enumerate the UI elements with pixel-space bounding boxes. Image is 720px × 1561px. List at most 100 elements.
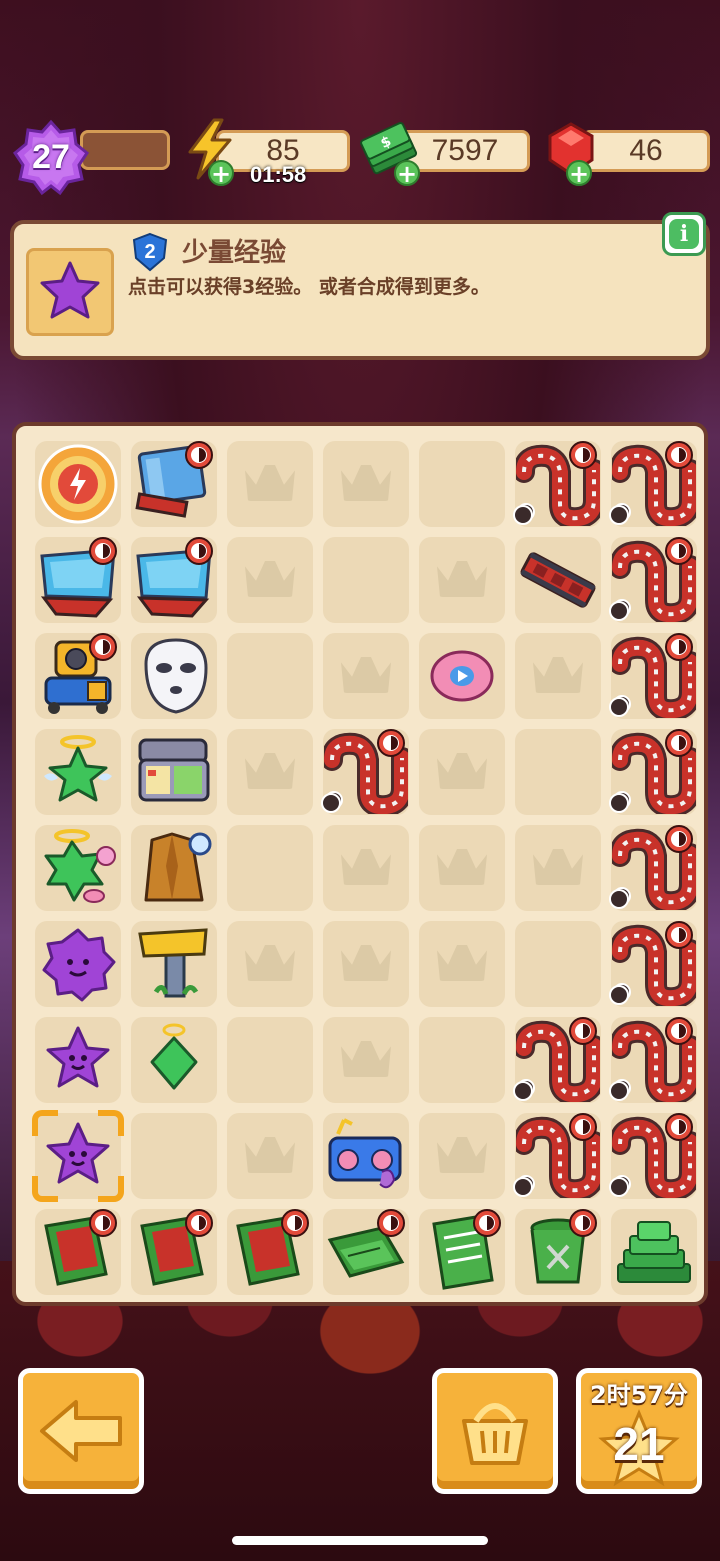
- back-button[interactable]: [18, 1368, 144, 1494]
- timer-lock-icon: [664, 632, 694, 662]
- purple-star-icon: [40, 261, 100, 319]
- film-strip-icon: [520, 552, 596, 608]
- board-cell[interactable]: [414, 820, 510, 916]
- board-cell[interactable]: [414, 1012, 510, 1108]
- board-cell[interactable]: [222, 820, 318, 916]
- board-cell[interactable]: [222, 628, 318, 724]
- board-cell[interactable]: [414, 532, 510, 628]
- crown-slot: [227, 537, 313, 623]
- crown-slot: [419, 1113, 505, 1199]
- board-cell[interactable]: [30, 628, 126, 724]
- home-indicator[interactable]: [232, 1536, 488, 1545]
- timer-lock-icon: [664, 440, 694, 470]
- board-cell[interactable]: [126, 532, 222, 628]
- board-cell[interactable]: [30, 820, 126, 916]
- add-energy-button[interactable]: +: [208, 160, 234, 186]
- board-cell[interactable]: [222, 1204, 318, 1300]
- board-cell[interactable]: [222, 436, 318, 532]
- crown-slot: [515, 825, 601, 911]
- timer-lock-icon: [184, 440, 214, 470]
- board-cell[interactable]: [222, 532, 318, 628]
- board-cell[interactable]: [318, 532, 414, 628]
- board-cell[interactable]: [126, 628, 222, 724]
- board-cell[interactable]: [318, 820, 414, 916]
- merge-board: [12, 422, 708, 1306]
- board-cell[interactable]: [222, 724, 318, 820]
- board-cell[interactable]: [30, 532, 126, 628]
- board-cell[interactable]: [126, 724, 222, 820]
- board-cell[interactable]: [510, 1012, 606, 1108]
- xp-progress-bar: [80, 130, 170, 170]
- board-cell[interactable]: [510, 1108, 606, 1204]
- timer-lock-icon: [568, 1016, 598, 1046]
- reel-hub-icon: [512, 1080, 534, 1102]
- item-description: 点击可以获得3经验。 或者合成得到更多。: [128, 276, 490, 298]
- board-cell[interactable]: [606, 724, 702, 820]
- board-cell[interactable]: [318, 1204, 414, 1300]
- board-cell[interactable]: [510, 436, 606, 532]
- board-cell[interactable]: [30, 916, 126, 1012]
- board-cell[interactable]: [126, 820, 222, 916]
- add-cash-button[interactable]: +: [394, 160, 420, 186]
- board-cell[interactable]: [414, 628, 510, 724]
- board-cell[interactable]: [606, 436, 702, 532]
- crown-slot: [323, 633, 409, 719]
- board-cell[interactable]: [30, 1204, 126, 1300]
- board-cell[interactable]: [126, 916, 222, 1012]
- board-cell[interactable]: [414, 1108, 510, 1204]
- board-cell[interactable]: [606, 820, 702, 916]
- timer-lock-icon: [376, 728, 406, 758]
- player-level: 27: [32, 137, 70, 176]
- info-button[interactable]: i: [662, 212, 706, 256]
- board-cell[interactable]: [414, 1204, 510, 1300]
- board-cell[interactable]: [222, 916, 318, 1012]
- crown-slot: [419, 729, 505, 815]
- board-cell[interactable]: [606, 1108, 702, 1204]
- crown-slot: [323, 825, 409, 911]
- board-cell[interactable]: [414, 916, 510, 1012]
- player-level-badge[interactable]: 27: [12, 118, 90, 196]
- add-gems-button[interactable]: +: [566, 160, 592, 186]
- item-info-panel: 2 少量经验 点击可以获得3经验。 或者合成得到更多。 i: [10, 212, 710, 360]
- board-cell[interactable]: [510, 724, 606, 820]
- board-cell[interactable]: [606, 916, 702, 1012]
- board-cell[interactable]: [126, 1108, 222, 1204]
- board-cell[interactable]: [510, 532, 606, 628]
- board-cell[interactable]: [30, 1012, 126, 1108]
- board-tile: [227, 1017, 313, 1103]
- board-cell-selected[interactable]: [30, 1108, 126, 1204]
- board-cell[interactable]: [414, 724, 510, 820]
- board-cell[interactable]: [30, 436, 126, 532]
- order-button[interactable]: 2时57分 21: [576, 1368, 702, 1494]
- board-cell[interactable]: [510, 820, 606, 916]
- board-cell[interactable]: [318, 1108, 414, 1204]
- timer-lock-icon: [88, 632, 118, 662]
- timer-lock-icon: [568, 1112, 598, 1142]
- board-cell[interactable]: [318, 1012, 414, 1108]
- board-cell[interactable]: [414, 436, 510, 532]
- board-tile: [515, 921, 601, 1007]
- board-cell[interactable]: [222, 1012, 318, 1108]
- board-tile: [515, 729, 601, 815]
- shop-button[interactable]: [432, 1368, 558, 1494]
- board-cell[interactable]: [510, 1204, 606, 1300]
- board-cell[interactable]: [606, 1012, 702, 1108]
- board-cell[interactable]: [510, 628, 606, 724]
- boombox-icon: [328, 1118, 402, 1189]
- board-cell[interactable]: [318, 436, 414, 532]
- board-cell[interactable]: [318, 916, 414, 1012]
- board-cell[interactable]: [606, 1204, 702, 1300]
- board-cell[interactable]: [30, 724, 126, 820]
- board-cell[interactable]: [222, 1108, 318, 1204]
- reel-hub-icon: [512, 504, 534, 526]
- board-cell[interactable]: [126, 1012, 222, 1108]
- board-cell[interactable]: [606, 532, 702, 628]
- board-cell[interactable]: [510, 916, 606, 1012]
- board-cell[interactable]: [318, 628, 414, 724]
- board-cell[interactable]: [606, 628, 702, 724]
- arrow-left-icon: [40, 1400, 122, 1462]
- board-cell[interactable]: [318, 724, 414, 820]
- crown-slot: [419, 825, 505, 911]
- board-cell[interactable]: [126, 436, 222, 532]
- board-cell[interactable]: [126, 1204, 222, 1300]
